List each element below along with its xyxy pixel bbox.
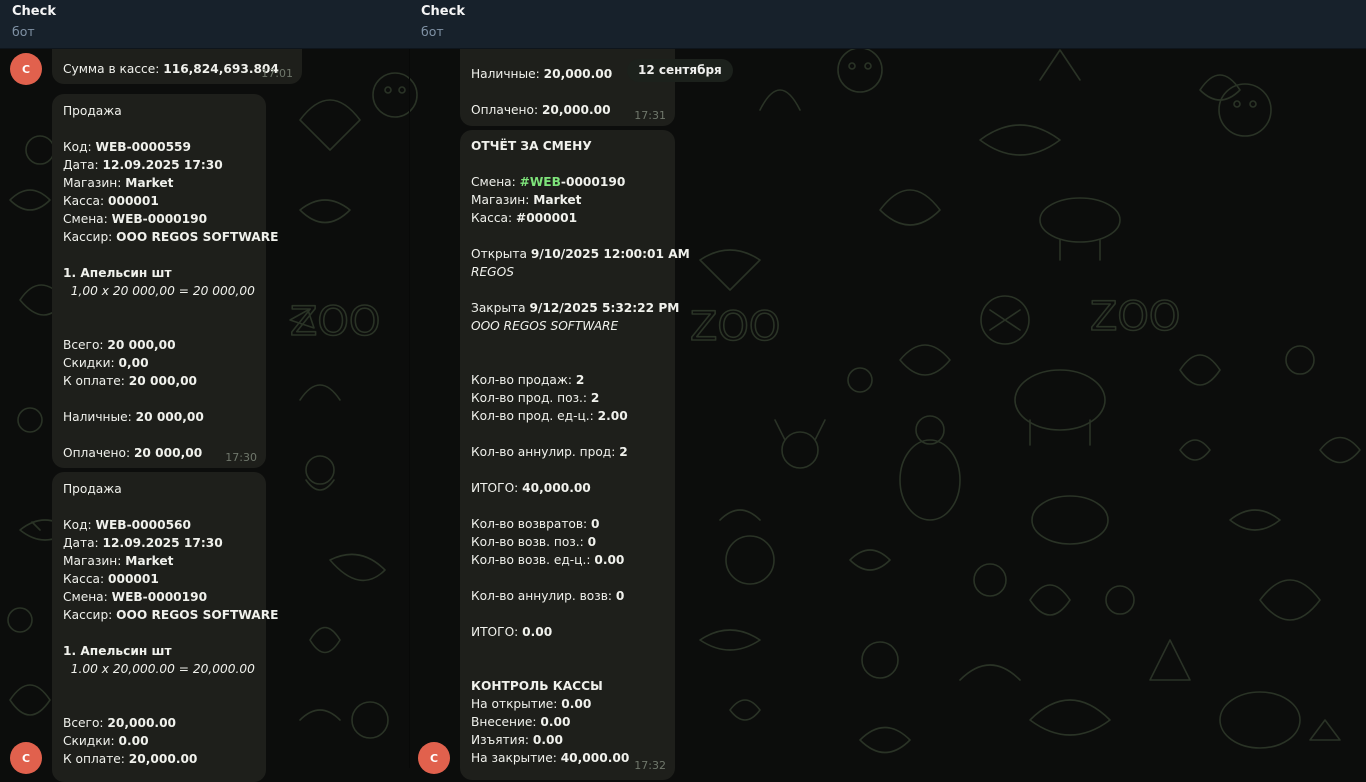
report-returns-pos: Кол-во возв. поз.: 0 (471, 535, 597, 549)
chat-subtitle: бот (12, 24, 35, 39)
receipt-total: Всего: 20 000,00 (63, 338, 176, 352)
receipt-to-pay: К оплате: 20 000,00 (63, 374, 198, 388)
receipt-code: Код: WEB-0000559 (63, 140, 192, 154)
receipt-to-pay: К оплате: 20,000.00 (63, 752, 198, 766)
receipt-register: Касса: 000001 (63, 572, 159, 586)
report-sales-pos: Кол-во прод. поз.: 2 (471, 391, 600, 405)
receipt-total: Всего: 20,000.00 (63, 716, 177, 730)
report-sales-void: Кол-во аннулир. прод: 2 (471, 445, 628, 459)
receipt-heading: Продажа (63, 104, 122, 118)
report-shift: Смена: #WEB-0000190 (471, 175, 626, 189)
svg-text:ZOO: ZOO (690, 304, 780, 350)
report-opened-by: REGOS (471, 265, 514, 279)
receipt-shift: Смена: WEB-0000190 (63, 590, 208, 604)
receipt-register: Касса: 000001 (63, 194, 159, 208)
report-closed: Закрыта 9/12/2025 5:32:22 PM (471, 301, 680, 315)
message-line: Сумма в кассе: 116,824,693.804 (63, 62, 279, 76)
chat-subtitle: бот (421, 24, 444, 39)
report-sales-units: Кол-во прод. ед-ц.: 2.00 (471, 409, 628, 423)
report-heading: ОТЧЁТ ЗА СМЕНУ (471, 139, 592, 153)
receipt-discount: Скидки: 0,00 (63, 356, 149, 370)
receipt-cashier: Кассир: OOO REGOS SOFTWARE (63, 608, 279, 622)
sale-receipt-message[interactable]: Продажа Код: WEB-0000559 Дата: 12.09.202… (52, 94, 279, 468)
shift-report-message[interactable]: ОТЧЁТ ЗА СМЕНУ Смена: #WEB-0000190 Магаз… (460, 130, 690, 780)
bot-avatar[interactable]: C (418, 742, 450, 774)
report-total-sales: ИТОГО: 40,000.00 (471, 481, 591, 495)
report-register: Касса: #000001 (471, 211, 578, 225)
receipt-cashier: Кассир: OOO REGOS SOFTWARE (63, 230, 279, 244)
receipt-heading: Продажа (63, 482, 122, 496)
receipt-item: 1. Апельсин шт (63, 644, 172, 658)
svg-text:ZOO: ZOO (290, 299, 380, 345)
report-closed-by: OOO REGOS SOFTWARE (471, 319, 619, 333)
receipt-date: Дата: 12.09.2025 17:30 (63, 536, 223, 550)
report-sales-count: Кол-во продаж: 2 (471, 373, 585, 387)
sale-receipt-message[interactable]: Продажа Код: WEB-0000560 Дата: 12.09.202… (52, 472, 279, 782)
receipt-date: Дата: 12.09.2025 17:30 (63, 158, 223, 172)
chat-header-right[interactable]: Check бот (409, 0, 1366, 49)
chat-title: Check (421, 4, 465, 19)
date-separator: 12 сентября (627, 59, 733, 82)
receipt-item: 1. Апельсин шт (63, 266, 172, 280)
svg-text:ZOO: ZOO (1090, 294, 1180, 340)
pane-divider (409, 48, 410, 768)
receipt-code: Код: WEB-0000560 (63, 518, 192, 532)
message-time: 17:30 (225, 451, 257, 464)
report-withdraw: Изъятия: 0.00 (471, 733, 563, 747)
report-returns-void: Кол-во аннулир. возв: 0 (471, 589, 625, 603)
message-time: 17:31 (634, 109, 666, 122)
receipt-shop: Магазин: Market (63, 176, 174, 190)
receipt-item-calc: 1.00 x 20,000.00 = 20,000.00 (70, 662, 255, 676)
receipt-discount: Скидки: 0.00 (63, 734, 149, 748)
report-opened: Открыта 9/10/2025 12:00:01 AM (471, 247, 690, 261)
report-returns-units: Кол-во возв. ед-ц.: 0.00 (471, 553, 625, 567)
message-bubble[interactable]: Сумма в кассе: 116,824,693.804 17:01 (52, 49, 302, 84)
report-deposit: Внесение: 0.00 (471, 715, 571, 729)
chat-header-left[interactable]: Check бот (0, 0, 409, 49)
report-total-returns: ИТОГО: 0.00 (471, 625, 553, 639)
chat-title: Check (12, 4, 56, 19)
receipt-shop: Магазин: Market (63, 554, 174, 568)
bot-avatar[interactable]: C (10, 742, 42, 774)
bot-avatar[interactable]: C (10, 53, 42, 85)
message-time: 17:01 (261, 67, 293, 80)
message-time: 17:32 (634, 759, 666, 772)
report-open-cash: На открытие: 0.00 (471, 697, 592, 711)
report-control-heading: КОНТРОЛЬ КАССЫ (471, 679, 603, 693)
report-shop: Магазин: Market (471, 193, 582, 207)
receipt-item-calc: 1,00 x 20 000,00 = 20 000,00 (70, 284, 255, 298)
receipt-shift: Смена: WEB-0000190 (63, 212, 208, 226)
receipt-cash: Наличные: 20 000,00 (63, 410, 204, 424)
hashtag-link[interactable]: #WEB (520, 175, 561, 189)
report-returns: Кол-во возвратов: 0 (471, 517, 600, 531)
